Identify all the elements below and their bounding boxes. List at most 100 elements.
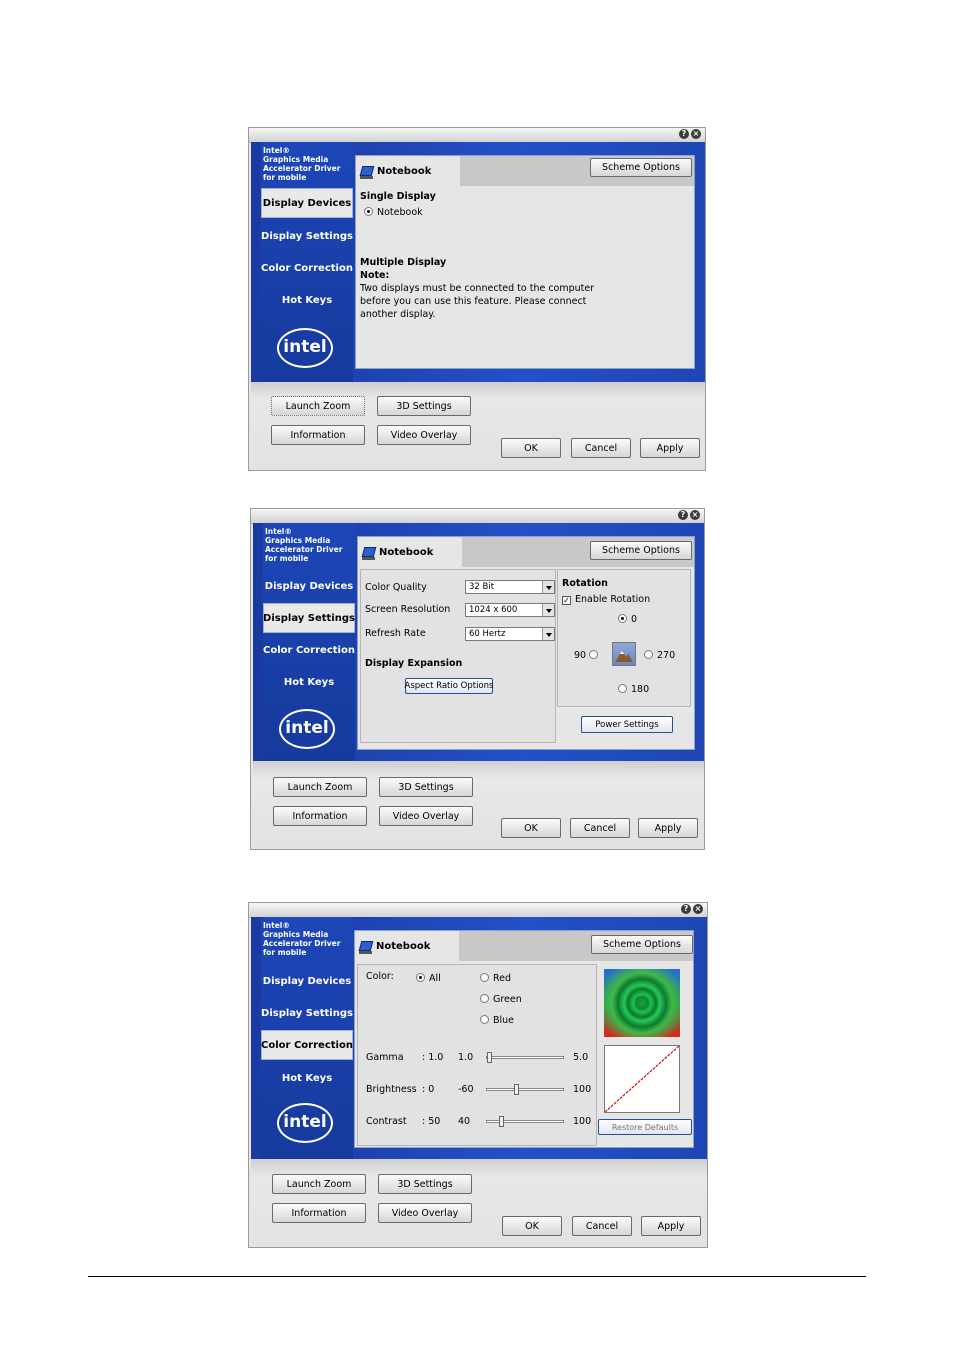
nav-color-correction[interactable]: Color Correction bbox=[263, 635, 355, 665]
3d-settings-button[interactable]: 3D Settings bbox=[379, 777, 473, 797]
display-expansion-label: Display Expansion bbox=[365, 658, 463, 669]
tab-notebook[interactable]: Notebook bbox=[355, 931, 459, 962]
color-quality-select[interactable]: 32 Bit bbox=[465, 580, 555, 594]
brand-line: Intel® bbox=[265, 527, 292, 536]
intel-logo: intel bbox=[277, 1103, 333, 1143]
nav-display-devices[interactable]: Display Devices bbox=[261, 966, 353, 996]
brand-line: Intel® bbox=[263, 921, 290, 930]
rotation-90-radio[interactable]: 90 bbox=[574, 650, 602, 661]
rotation-value: 0 bbox=[631, 614, 638, 625]
color-red-radio[interactable]: Red bbox=[480, 973, 511, 984]
nav-display-devices[interactable]: Display Devices bbox=[263, 571, 355, 601]
color-all-radio[interactable]: All bbox=[416, 973, 441, 984]
settings-panel: Color Quality 32 Bit Screen Resolution 1… bbox=[360, 569, 556, 743]
scheme-options-button[interactable]: Scheme Options bbox=[590, 541, 692, 560]
nav-display-settings[interactable]: Display Settings bbox=[263, 603, 355, 633]
cancel-button[interactable]: Cancel bbox=[572, 1216, 632, 1236]
help-icon[interactable]: ? bbox=[678, 510, 688, 520]
rotation-0-radio[interactable]: 0 bbox=[618, 614, 637, 625]
help-icon[interactable]: ? bbox=[679, 129, 689, 139]
nav-color-correction[interactable]: Color Correction bbox=[261, 1030, 353, 1060]
notebook-icon bbox=[362, 546, 376, 560]
screen-resolution-select[interactable]: 1024 x 600 bbox=[465, 603, 555, 617]
brand-line: Accelerator Driver bbox=[263, 939, 341, 948]
radio-icon bbox=[364, 207, 373, 216]
video-overlay-button[interactable]: Video Overlay bbox=[378, 1203, 472, 1223]
nav-hot-keys[interactable]: Hot Keys bbox=[261, 1063, 353, 1093]
scheme-options-button[interactable]: Scheme Options bbox=[590, 158, 692, 177]
tab-notebook[interactable]: Notebook bbox=[358, 537, 462, 568]
video-overlay-button[interactable]: Video Overlay bbox=[377, 425, 471, 445]
rotation-panel: Rotation ✓ Enable Rotation 0 90 270 180 bbox=[557, 569, 691, 707]
3d-settings-button[interactable]: 3D Settings bbox=[378, 1174, 472, 1194]
radio-icon bbox=[618, 614, 627, 623]
brand-line: Accelerator Driver bbox=[265, 545, 343, 554]
close-icon[interactable]: × bbox=[690, 510, 700, 520]
brightness-slider-thumb[interactable] bbox=[514, 1084, 519, 1095]
enable-rotation-checkbox[interactable]: ✓ Enable Rotation bbox=[562, 594, 650, 605]
notebook-icon bbox=[359, 940, 373, 954]
nav-hot-keys[interactable]: Hot Keys bbox=[263, 667, 355, 697]
nav-color-correction[interactable]: Color Correction bbox=[261, 253, 353, 283]
information-button[interactable]: Information bbox=[271, 425, 365, 445]
brightness-slider[interactable] bbox=[486, 1084, 564, 1095]
apply-button[interactable]: Apply bbox=[640, 438, 700, 458]
sidebar: Intel® Graphics Media Accelerator Driver… bbox=[263, 523, 355, 761]
video-overlay-button[interactable]: Video Overlay bbox=[379, 806, 473, 826]
tab-label: Notebook bbox=[379, 547, 434, 558]
apply-button[interactable]: Apply bbox=[638, 818, 698, 838]
checkmark-icon: ✓ bbox=[562, 596, 571, 605]
color-green-radio[interactable]: Green bbox=[480, 994, 522, 1005]
scheme-options-button[interactable]: Scheme Options bbox=[591, 935, 693, 954]
single-display-label: Single Display bbox=[360, 191, 436, 202]
brand-line: for mobile bbox=[265, 554, 309, 563]
apply-button[interactable]: Apply bbox=[641, 1216, 701, 1236]
power-settings-button[interactable]: Power Settings bbox=[581, 716, 673, 733]
ok-button[interactable]: OK bbox=[501, 818, 561, 838]
restore-defaults-button[interactable]: Restore Defaults bbox=[598, 1119, 692, 1135]
notebook-radio[interactable]: Notebook bbox=[364, 207, 423, 218]
color-blue-radio[interactable]: Blue bbox=[480, 1015, 514, 1026]
close-icon[interactable]: × bbox=[691, 129, 701, 139]
brand-line: Graphics Media bbox=[263, 930, 329, 939]
ok-button[interactable]: OK bbox=[502, 1216, 562, 1236]
brightness-value: : 0 bbox=[422, 1084, 435, 1095]
launch-zoom-button[interactable]: Launch Zoom bbox=[273, 777, 367, 797]
chevron-down-icon bbox=[542, 604, 554, 616]
tab-notebook[interactable]: Notebook bbox=[356, 156, 460, 187]
sidebar: Intel® Graphics Media Accelerator Driver… bbox=[261, 142, 353, 382]
mountain-icon bbox=[612, 642, 636, 666]
refresh-rate-select[interactable]: 60 Hertz bbox=[465, 627, 555, 641]
gamma-value: : 1.0 bbox=[422, 1052, 444, 1063]
color-option-label: Blue bbox=[493, 1015, 515, 1026]
ok-button[interactable]: OK bbox=[501, 438, 561, 458]
nav-display-settings[interactable]: Display Settings bbox=[261, 221, 353, 251]
3d-settings-button[interactable]: 3D Settings bbox=[377, 396, 471, 416]
launch-zoom-button[interactable]: Launch Zoom bbox=[272, 1174, 366, 1194]
radio-icon bbox=[416, 973, 425, 982]
cancel-button[interactable]: Cancel bbox=[571, 438, 631, 458]
nav-display-settings[interactable]: Display Settings bbox=[261, 998, 353, 1028]
contrast-slider[interactable] bbox=[486, 1116, 564, 1127]
content-panel: Notebook Scheme Options Single Display N… bbox=[355, 155, 695, 369]
chevron-down-icon bbox=[542, 581, 554, 593]
aspect-ratio-options-button[interactable]: Aspect Ratio Options bbox=[405, 678, 493, 694]
information-button[interactable]: Information bbox=[273, 806, 367, 826]
launch-zoom-button[interactable]: Launch Zoom bbox=[271, 396, 365, 416]
nav-display-devices[interactable]: Display Devices bbox=[261, 188, 353, 218]
title-bar: ? × bbox=[251, 509, 704, 524]
contrast-slider-thumb[interactable] bbox=[499, 1116, 504, 1127]
window-display-settings: ? × Intel® Graphics Media Accelerator Dr… bbox=[250, 508, 705, 850]
gamma-slider[interactable] bbox=[486, 1052, 564, 1063]
nav-hot-keys[interactable]: Hot Keys bbox=[261, 285, 353, 315]
information-button[interactable]: Information bbox=[272, 1203, 366, 1223]
rotation-270-radio[interactable]: 270 bbox=[644, 650, 675, 661]
color-quality-label: Color Quality bbox=[365, 582, 427, 593]
help-icon[interactable]: ? bbox=[681, 904, 691, 914]
rotation-180-radio[interactable]: 180 bbox=[618, 684, 649, 695]
cancel-button[interactable]: Cancel bbox=[570, 818, 630, 838]
rotation-value: 180 bbox=[631, 684, 650, 695]
gamma-slider-thumb[interactable] bbox=[487, 1052, 492, 1063]
close-icon[interactable]: × bbox=[693, 904, 703, 914]
bottom-bar: Launch Zoom 3D Settings Information Vide… bbox=[251, 382, 705, 470]
